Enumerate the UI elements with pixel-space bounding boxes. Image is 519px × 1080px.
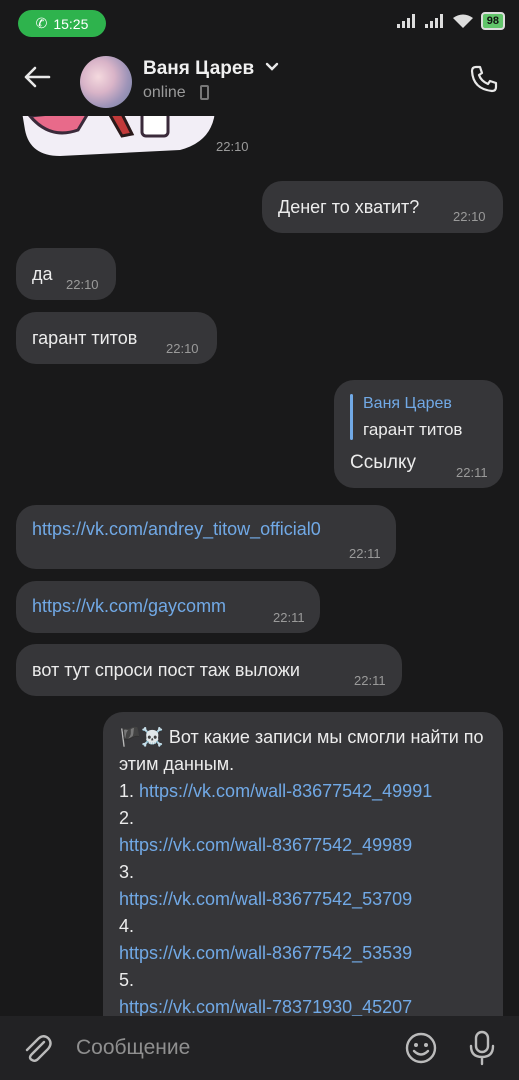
message-time: 22:10 bbox=[166, 341, 199, 356]
message-time: 22:11 bbox=[349, 546, 381, 561]
message-link[interactable]: https://vk.com/wall-83677542_49989 bbox=[119, 832, 489, 859]
message-text: да bbox=[32, 264, 53, 284]
back-arrow-icon[interactable] bbox=[22, 62, 52, 92]
item-number: 2. bbox=[119, 808, 135, 828]
paperclip-icon[interactable] bbox=[22, 1032, 52, 1064]
item-number: 3. bbox=[119, 862, 135, 882]
wifi-icon bbox=[452, 14, 473, 28]
message-link[interactable]: https://vk.com/wall-83677542_53709 bbox=[119, 886, 489, 913]
message-text: гарант титов bbox=[32, 328, 138, 348]
call-icon[interactable] bbox=[469, 64, 499, 94]
message-text: вот тут спроси пост таж выложи bbox=[32, 660, 300, 680]
battery-level: 98 bbox=[486, 15, 499, 27]
status-time: 15:25 bbox=[53, 15, 89, 32]
message-incoming-bot[interactable]: 🏴☠️ Вот какие записи мы смогли найти по … bbox=[103, 712, 503, 1042]
message-link[interactable]: https://vk.com/gaycomm bbox=[32, 596, 226, 617]
reply-quote-bar bbox=[350, 394, 353, 440]
link-list-item: 1. https://vk.com/wall-83677542_49991 bbox=[119, 778, 489, 805]
message-text: Денег то хватит? bbox=[278, 197, 420, 217]
microphone-icon[interactable] bbox=[466, 1030, 498, 1066]
contact-name[interactable]: Ваня Царев bbox=[143, 58, 254, 80]
phone-icon: ✆ bbox=[35, 15, 48, 31]
message-text: 🏴☠️ Вот какие записи мы смогли найти по … bbox=[119, 727, 484, 774]
message-composer: Сообщение bbox=[0, 1016, 519, 1080]
status-bar: ✆ 15:25 98 bbox=[0, 0, 519, 46]
message-outgoing-reply[interactable]: Ваня Царев гарант титов Ссылку 22:11 bbox=[334, 380, 503, 488]
message-time: 22:10 bbox=[66, 277, 99, 292]
message-outgoing[interactable]: Денег то хватит? 22:10 bbox=[262, 181, 503, 233]
message-incoming[interactable]: вот тут спроси пост таж выложи 22:11 bbox=[16, 644, 402, 696]
emoji-icon[interactable] bbox=[404, 1031, 438, 1065]
item-number: 4. bbox=[119, 916, 135, 936]
message-incoming[interactable]: https://vk.com/gaycomm 22:11 bbox=[16, 581, 320, 633]
message-incoming[interactable]: гарант титов 22:10 bbox=[16, 312, 217, 364]
battery-icon: 98 bbox=[480, 12, 505, 30]
message-time: 22:10 bbox=[453, 209, 486, 224]
signal-icon bbox=[396, 14, 415, 28]
reply-author[interactable]: Ваня Царев bbox=[363, 395, 452, 413]
message-text: Ссылку bbox=[350, 452, 416, 473]
message-time: 22:10 bbox=[216, 139, 249, 154]
message-link[interactable]: https://vk.com/wall-83677542_49991 bbox=[139, 781, 432, 801]
item-number: 5. bbox=[119, 970, 135, 990]
message-incoming[interactable]: да 22:10 bbox=[16, 248, 116, 300]
reply-text: гарант титов bbox=[363, 420, 463, 439]
mobile-online-icon bbox=[200, 85, 209, 100]
avatar[interactable] bbox=[80, 56, 132, 108]
message-link[interactable]: https://vk.com/wall-83677542_53539 bbox=[119, 940, 489, 967]
message-time: 22:11 bbox=[273, 610, 305, 625]
chat-header: Ваня Царев online bbox=[0, 46, 519, 116]
message-link[interactable]: https://vk.com/andrey_titow_official0 bbox=[32, 519, 321, 540]
status-icons: 98 bbox=[396, 12, 505, 30]
contact-status: online bbox=[143, 84, 186, 101]
message-incoming[interactable]: https://vk.com/andrey_titow_official0 22… bbox=[16, 505, 396, 569]
item-number: 1. bbox=[119, 781, 135, 801]
message-time: 22:11 bbox=[354, 673, 386, 688]
chevron-down-icon[interactable] bbox=[265, 62, 279, 72]
message-time: 22:11 bbox=[456, 465, 488, 480]
signal-icon-2 bbox=[424, 14, 443, 28]
message-input[interactable]: Сообщение bbox=[76, 1036, 190, 1060]
ongoing-call-pill[interactable]: ✆ 15:25 bbox=[18, 10, 106, 37]
